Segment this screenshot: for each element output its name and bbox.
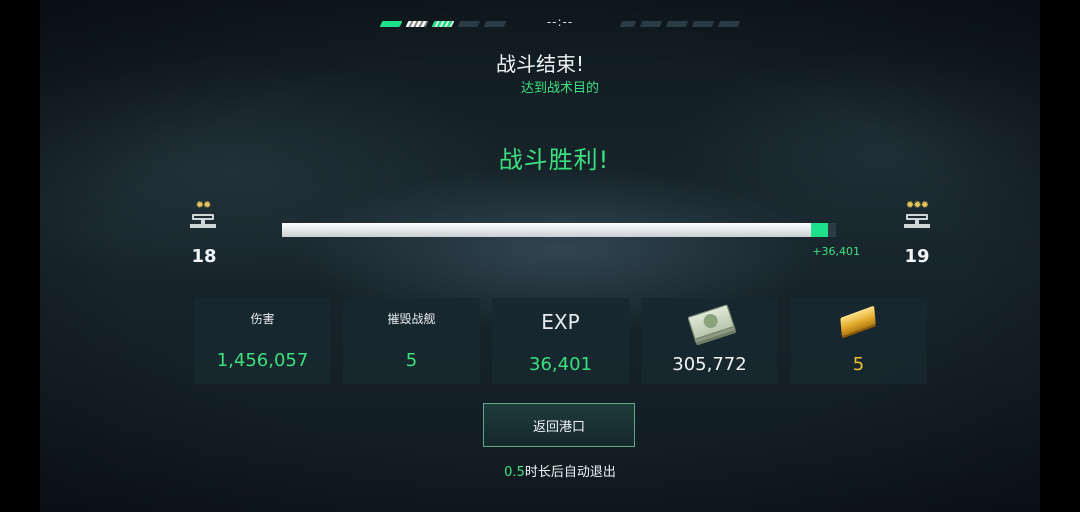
current-rank-badge: ✹✹ — [186, 200, 220, 232]
experience-gain-fill — [811, 223, 828, 237]
credits-icon-holder — [641, 304, 778, 340]
current-level: 18 — [191, 246, 217, 267]
auto-exit-text: 时长后自动退出 — [524, 465, 616, 480]
rank-insignia-icon — [904, 212, 930, 232]
stat-value: 5 — [852, 354, 865, 375]
next-level: 19 — [904, 246, 930, 267]
experience-gain-label: +36,401 — [812, 245, 860, 258]
stat-label: 伤害 — [250, 312, 275, 326]
rank-stars-icon: ✹✹✹ — [905, 200, 929, 211]
ships-destroyed-stat-card: 摧毁战舰 5 — [343, 298, 480, 384]
auto-exit-seconds: 0.5 — [504, 465, 525, 480]
progress-tick — [405, 21, 429, 27]
stat-label: 摧毁战舰 — [387, 312, 436, 326]
credits-stat-card: 305,772 — [641, 298, 778, 384]
stat-value: 305,772 — [672, 354, 747, 375]
progress-tick — [457, 21, 481, 27]
stat-value: 5 — [405, 350, 418, 371]
battle-progress-ticks — [379, 18, 507, 30]
progress-tick — [431, 21, 455, 27]
damage-stat-card: 伤害 1,456,057 — [194, 298, 331, 384]
return-to-port-button[interactable]: 返回港口 — [483, 403, 635, 447]
objective-status: 达到战术目的 — [520, 81, 599, 96]
stat-value: 36,401 — [529, 354, 592, 375]
gold-icon-holder — [790, 305, 927, 338]
progress-tick — [665, 21, 689, 27]
victory-text: 战斗胜利! — [498, 146, 610, 174]
battle-timer: --:-- — [546, 15, 574, 29]
rank-insignia-icon — [190, 212, 216, 232]
next-rank-badge: ✹✹✹ — [900, 200, 934, 232]
stat-label: EXP — [541, 310, 580, 334]
money-icon — [687, 304, 735, 340]
gold-bar-icon — [840, 305, 876, 337]
battle-end-title: 战斗结束! — [495, 52, 585, 76]
progress-tick — [691, 21, 715, 27]
progress-tick — [639, 21, 663, 27]
progress-tick — [619, 21, 637, 27]
experience-progress-bar — [282, 223, 836, 237]
progress-tick — [379, 21, 403, 27]
auto-exit-notice: 0.5时长后自动退出 — [0, 461, 1080, 480]
progress-tick — [483, 21, 507, 27]
rank-stars-icon: ✹✹ — [195, 200, 212, 211]
gold-stat-card: 5 — [790, 298, 927, 384]
enemy-progress-ticks — [619, 18, 741, 30]
exp-stat-card: EXP 36,401 — [492, 298, 629, 384]
experience-fill — [282, 223, 812, 237]
progress-tick — [717, 21, 741, 27]
stat-value: 1,456,057 — [216, 350, 309, 371]
